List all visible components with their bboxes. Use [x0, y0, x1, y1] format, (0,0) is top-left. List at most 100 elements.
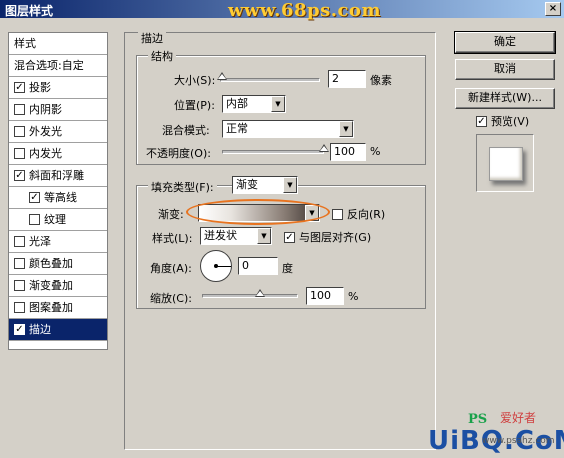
preview-label: 预览(V)	[491, 115, 530, 128]
chevron-down-icon[interactable]: ▼	[271, 96, 285, 112]
blend-mode-select[interactable]: 正常 ▼	[222, 120, 354, 138]
blend-mode-value: 正常	[226, 122, 248, 135]
style-list-checkbox[interactable]	[14, 125, 25, 137]
opacity-input[interactable]: 100	[330, 143, 366, 161]
style-list-label: 等高线	[44, 191, 77, 204]
scale-slider-thumb[interactable]	[254, 289, 265, 297]
style-list-label: 样式	[14, 37, 36, 50]
style-list-label: 渐变叠加	[29, 279, 73, 292]
style-list-item[interactable]: 混合选项:自定	[9, 55, 107, 77]
size-unit: 像素	[370, 74, 392, 87]
style-list-item[interactable]: 纹理	[9, 209, 107, 231]
style-list-item[interactable]: ✓ 描边	[9, 319, 107, 341]
reverse-checkbox-box[interactable]	[332, 208, 343, 220]
blend-mode-label: 混合模式:	[162, 124, 210, 137]
align-label: 与图层对齐(G)	[299, 231, 372, 244]
preview-swatch	[489, 147, 523, 181]
style-list-checkbox[interactable]	[14, 301, 25, 313]
style-list-item[interactable]: 样式	[9, 33, 107, 55]
site-watermark: www.68ps.com	[228, 0, 381, 21]
style-list-item[interactable]: ✓ 等高线	[9, 187, 107, 209]
preview-checkbox-box[interactable]: ✓	[476, 115, 487, 127]
style-list-checkbox[interactable]: ✓	[29, 191, 40, 203]
scale-unit: %	[348, 290, 359, 303]
chevron-down-icon[interactable]: ▼	[283, 177, 297, 193]
style-list-item[interactable]: ✓ 斜面和浮雕	[9, 165, 107, 187]
style-label: 样式(L):	[152, 232, 193, 245]
chevron-down-icon[interactable]: ▼	[339, 121, 353, 137]
opacity-unit: %	[370, 145, 381, 158]
chevron-down-icon[interactable]: ▼	[257, 228, 271, 244]
style-list-label: 描边	[29, 323, 51, 336]
scale-slider[interactable]	[202, 294, 298, 298]
align-checkbox-box[interactable]: ✓	[284, 231, 295, 243]
style-list-checkbox[interactable]: ✓	[14, 81, 25, 93]
style-list-checkbox[interactable]: ✓	[14, 169, 25, 181]
style-list-item[interactable]: 渐变叠加	[9, 275, 107, 297]
style-list-label: 纹理	[44, 213, 66, 226]
angle-input[interactable]: 0	[238, 257, 278, 275]
new-style-button[interactable]: 新建样式(W)...	[455, 88, 555, 109]
style-list-item[interactable]: 内发光	[9, 143, 107, 165]
position-select[interactable]: 内部 ▼	[222, 95, 286, 113]
style-list-label: 混合选项:自定	[14, 59, 84, 72]
gradient-label: 渐变:	[158, 208, 184, 221]
style-list-label: 斜面和浮雕	[29, 169, 84, 182]
scale-label: 缩放(C):	[150, 292, 192, 305]
scale-input[interactable]: 100	[306, 287, 344, 305]
window-title: 图层样式	[5, 4, 54, 18]
structure-title: 结构	[148, 48, 176, 64]
title-bar[interactable]: 图层样式 www.68ps.com ×	[0, 0, 564, 21]
style-list-checkbox[interactable]	[14, 279, 25, 291]
fill-type-select[interactable]: 渐变 ▼	[232, 176, 298, 194]
style-preview	[476, 134, 534, 192]
highlight-ellipse	[186, 199, 330, 225]
opacity-slider-thumb[interactable]	[319, 144, 329, 152]
size-input[interactable]: 2	[328, 70, 366, 88]
style-list-item[interactable]: ✓ 投影	[9, 77, 107, 99]
position-value: 内部	[226, 97, 248, 110]
style-list-checkbox[interactable]	[14, 147, 25, 159]
style-list-item[interactable]: 外发光	[9, 121, 107, 143]
style-list-item[interactable]: 光泽	[9, 231, 107, 253]
position-label: 位置(P):	[174, 99, 215, 112]
size-label: 大小(S):	[174, 74, 216, 87]
angle-unit: 度	[282, 262, 293, 275]
style-list-checkbox[interactable]	[14, 257, 25, 269]
ok-button[interactable]: 确定	[454, 31, 556, 54]
style-value: 迸发状	[204, 229, 237, 242]
style-list-checkbox[interactable]	[29, 213, 40, 225]
opacity-label: 不透明度(O):	[146, 147, 211, 160]
style-list-item[interactable]: 内阴影	[9, 99, 107, 121]
style-list-checkbox[interactable]	[14, 103, 25, 115]
style-list-checkbox[interactable]	[14, 235, 25, 247]
fill-type-value: 渐变	[236, 178, 258, 191]
fill-type-label: 填充类型(F):	[148, 179, 217, 195]
style-list-label: 内阴影	[29, 103, 62, 116]
style-list-label: 投影	[29, 81, 51, 94]
style-list-label: 颜色叠加	[29, 257, 73, 270]
style-list-item[interactable]: 颜色叠加	[9, 253, 107, 275]
style-list-label: 图案叠加	[29, 301, 73, 314]
style-list-label: 外发光	[29, 125, 62, 138]
align-checkbox[interactable]: ✓ 与图层对齐(G)	[284, 229, 371, 245]
size-slider-thumb[interactable]	[217, 72, 227, 80]
style-select[interactable]: 迸发状 ▼	[200, 227, 272, 245]
opacity-slider[interactable]	[222, 150, 324, 154]
cancel-button[interactable]: 取消	[455, 59, 555, 80]
logo-ps: PS	[468, 412, 488, 427]
reverse-checkbox[interactable]: 反向(R)	[332, 206, 385, 222]
style-list-checkbox[interactable]: ✓	[14, 323, 25, 335]
reverse-label: 反向(R)	[347, 208, 386, 221]
angle-dial-center	[214, 264, 218, 268]
preview-checkbox[interactable]: ✓ 预览(V)	[476, 113, 529, 129]
style-list-item[interactable]: 图案叠加	[9, 297, 107, 319]
style-list[interactable]: 样式混合选项:自定 ✓ 投影内阴影外发光内发光 ✓ 斜面和浮雕 ✓ 等高线纹理光泽颜色叠加渐…	[8, 32, 108, 350]
close-button[interactable]: ×	[545, 2, 561, 16]
stroke-section-title: 描边	[138, 30, 166, 46]
style-list-label: 光泽	[29, 235, 51, 248]
logo-site: www.psahz.com	[482, 436, 555, 446]
angle-dial[interactable]	[200, 250, 232, 282]
size-slider[interactable]	[220, 78, 320, 82]
angle-label: 角度(A):	[150, 262, 192, 275]
